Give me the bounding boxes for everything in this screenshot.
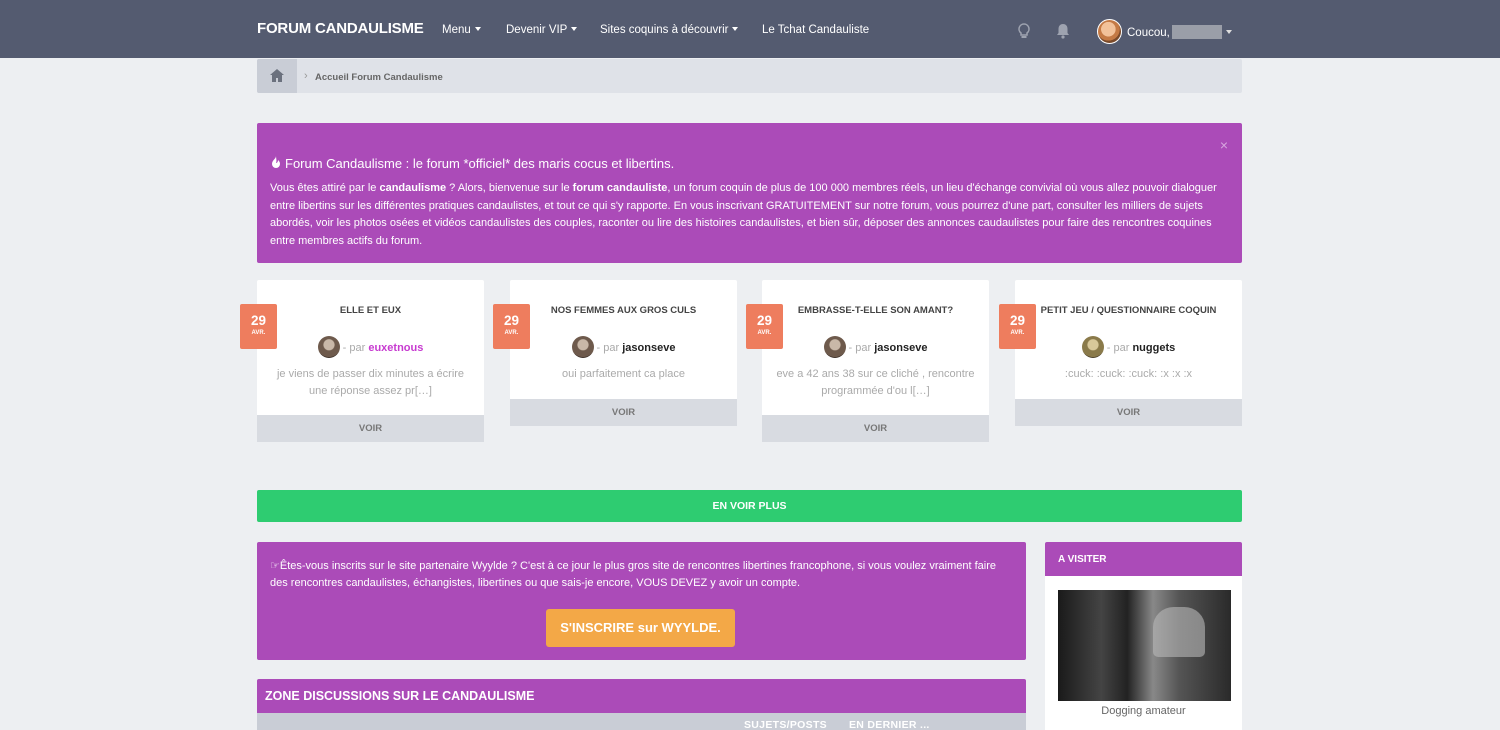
card-excerpt: je viens de passer dix minutes a écrire … bbox=[276, 368, 465, 397]
date-badge: 29 AVR. bbox=[999, 304, 1036, 349]
card-excerpt: oui parfaitement ca place bbox=[562, 368, 685, 380]
card-title[interactable]: EMBRASSE-T-ELLE SON AMANT? bbox=[762, 305, 989, 316]
voir-button[interactable]: VOIR bbox=[510, 399, 737, 426]
alert-title: Forum Candaulisme : le forum *officiel* … bbox=[270, 156, 674, 171]
voir-button[interactable]: VOIR bbox=[257, 415, 484, 442]
chevron-right-icon: › bbox=[304, 70, 308, 82]
home-icon bbox=[270, 69, 284, 82]
chevron-down-icon bbox=[732, 27, 739, 31]
nav-menu[interactable]: Menu bbox=[442, 24, 481, 36]
user-menu[interactable]: Coucou, bbox=[1127, 25, 1232, 39]
voir-button[interactable]: VOIR bbox=[762, 415, 989, 442]
home-button[interactable] bbox=[257, 59, 297, 93]
card-author: - par nuggets bbox=[1015, 336, 1242, 358]
author-avatar[interactable] bbox=[571, 336, 594, 358]
nav-sites-coquins[interactable]: Sites coquins à découvrir bbox=[600, 24, 739, 36]
side-box-header: A VISITER bbox=[1045, 542, 1242, 576]
close-icon[interactable]: × bbox=[1220, 137, 1228, 153]
partner-banner: ☞Êtes-vous inscrits sur le site partenai… bbox=[257, 542, 1026, 660]
side-box: A VISITER Dogging amateur bbox=[1045, 542, 1242, 730]
topic-card: EMBRASSE-T-ELLE SON AMANT? - par jasonse… bbox=[762, 280, 989, 442]
author-avatar[interactable] bbox=[317, 336, 340, 358]
card-author: - par jasonseve bbox=[762, 336, 989, 358]
chevron-down-icon bbox=[571, 27, 578, 31]
card-author: - par euxetnous bbox=[257, 336, 484, 358]
username-redacted bbox=[1171, 25, 1222, 39]
topic-card: PETIT JEU / QUESTIONNAIRE COQUIN - par n… bbox=[1015, 280, 1242, 426]
chevron-down-icon bbox=[474, 27, 481, 31]
chevron-down-icon bbox=[1225, 30, 1232, 34]
author-link[interactable]: nuggets bbox=[1132, 342, 1175, 354]
topic-card: NOS FEMMES AUX GROS CULS - par jasonseve… bbox=[510, 280, 737, 426]
author-link[interactable]: jasonseve bbox=[874, 342, 927, 354]
breadcrumb-current[interactable]: Accueil Forum Candaulisme bbox=[315, 72, 443, 83]
date-badge: 29 AVR. bbox=[746, 304, 783, 349]
author-avatar[interactable] bbox=[823, 336, 846, 358]
card-excerpt: :cuck: :cuck: :cuck: :x :x :x bbox=[1064, 368, 1193, 380]
user-avatar[interactable] bbox=[1097, 19, 1122, 44]
bell-icon[interactable] bbox=[1054, 22, 1072, 40]
nav-devenir-vip[interactable]: Devenir VIP bbox=[506, 24, 578, 36]
card-title[interactable]: PETIT JEU / QUESTIONNAIRE COQUIN bbox=[1015, 305, 1242, 316]
nav-tchat[interactable]: Le Tchat Candauliste bbox=[762, 24, 869, 36]
promo-image[interactable] bbox=[1058, 590, 1231, 701]
pointing-hand-icon: ☞ bbox=[270, 560, 280, 572]
topic-card: ELLE ET EUX - par euxetnous je viens de … bbox=[257, 280, 484, 442]
zone-header: ZONE DISCUSSIONS SUR LE CANDAULISME bbox=[257, 679, 1026, 713]
card-title[interactable]: ELLE ET EUX bbox=[257, 305, 484, 316]
top-navbar: FORUM CANDAULISME Menu Devenir VIP Sites… bbox=[0, 0, 1500, 58]
col-last-post: EN DERNIER ... bbox=[849, 719, 930, 730]
card-title[interactable]: NOS FEMMES AUX GROS CULS bbox=[510, 305, 737, 316]
date-badge: 29 AVR. bbox=[493, 304, 530, 349]
alert-body: Vous êtes attiré par le candaulisme ? Al… bbox=[270, 182, 1217, 247]
fire-icon bbox=[272, 156, 280, 168]
promo-caption[interactable]: Dogging amateur bbox=[1045, 705, 1242, 717]
voir-button[interactable]: VOIR bbox=[1015, 399, 1242, 426]
date-badge: 29 AVR. bbox=[240, 304, 277, 349]
col-topics-posts: SUJETS/POSTS bbox=[744, 719, 827, 730]
wyylde-signup-button[interactable]: S'INSCRIRE sur WYYLDE. bbox=[546, 609, 735, 647]
author-link[interactable]: jasonseve bbox=[622, 342, 675, 354]
lightbulb-icon[interactable] bbox=[1015, 22, 1033, 40]
breadcrumb: › Accueil Forum Candaulisme bbox=[257, 59, 1242, 93]
welcome-alert: Forum Candaulisme : le forum *officiel* … bbox=[257, 123, 1242, 263]
brand-logo[interactable]: FORUM CANDAULISME bbox=[257, 20, 424, 37]
see-more-button[interactable]: EN VOIR PLUS bbox=[257, 490, 1242, 522]
card-excerpt: eve a 42 ans 38 sur ce cliché , rencontr… bbox=[776, 368, 975, 397]
partner-text: ☞Êtes-vous inscrits sur le site partenai… bbox=[270, 560, 996, 589]
author-avatar[interactable] bbox=[1081, 336, 1104, 358]
card-author: - par jasonseve bbox=[510, 336, 737, 358]
zone-columns: SUJETS/POSTS EN DERNIER ... bbox=[257, 713, 1026, 730]
author-link[interactable]: euxetnous bbox=[368, 342, 423, 354]
